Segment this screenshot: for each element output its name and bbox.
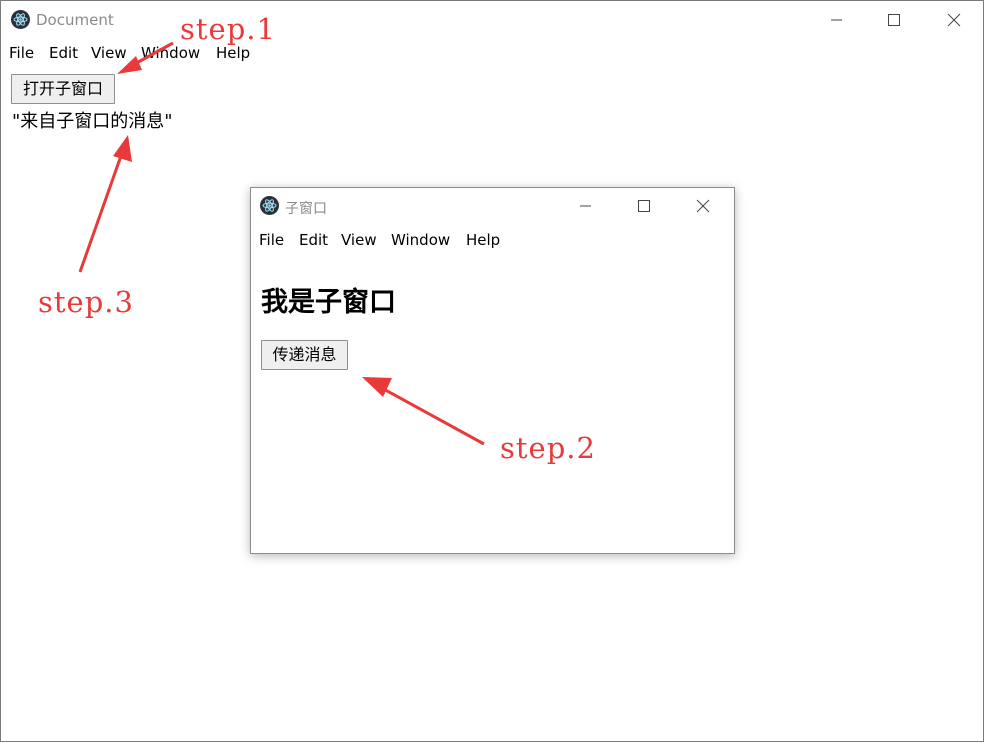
step3-arrow	[78, 135, 132, 273]
step1-label: step.1	[180, 12, 276, 46]
step1-arrow	[117, 41, 174, 74]
step2-arrow	[362, 377, 485, 446]
step2-label: step.2	[500, 431, 596, 465]
step3-label: step.3	[38, 285, 134, 319]
annotation-arrows	[78, 41, 485, 446]
